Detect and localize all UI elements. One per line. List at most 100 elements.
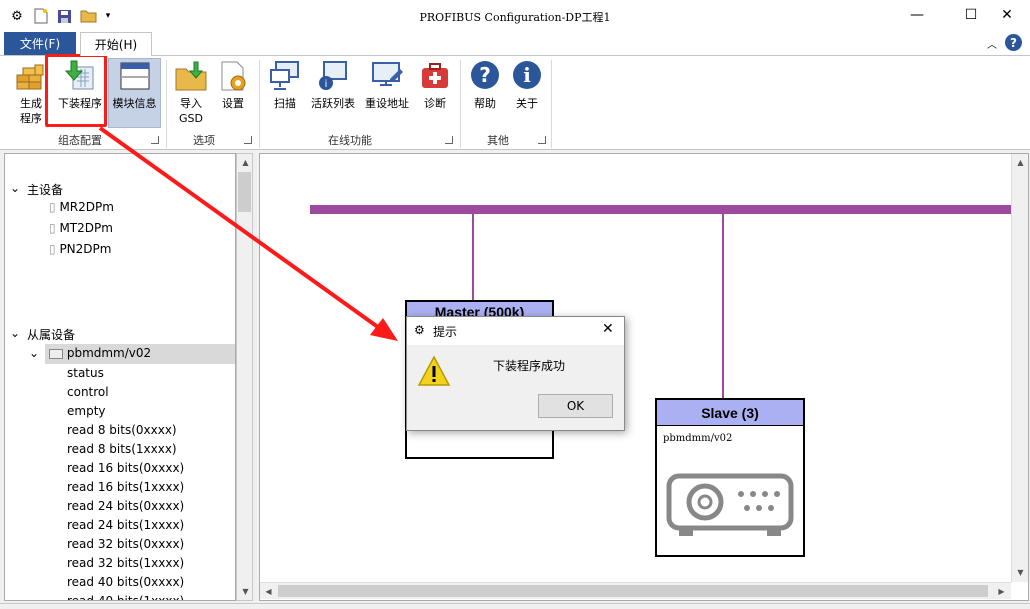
tree-item-module[interactable]: read 24 bits(1xxxx) <box>67 518 184 532</box>
dialog-gear-icon: ⚙ <box>414 323 425 337</box>
tree-expander-device[interactable]: ⌄ <box>29 346 39 360</box>
canvas-vscroll[interactable]: ▲ ▼ <box>1011 154 1028 582</box>
tree-item-module[interactable]: read 40 bits(1xxxx) <box>67 594 184 600</box>
projector-device-icon <box>666 473 794 536</box>
tree-item-module[interactable]: status <box>67 366 104 380</box>
tab-file[interactable]: 文件(F) <box>4 32 76 55</box>
tree-item-master[interactable]: ▯ MT2DPm <box>49 221 113 235</box>
tree-expander-slave[interactable]: ⌄ <box>10 326 20 340</box>
tree-item-module[interactable]: read 16 bits(0xxxx) <box>67 461 184 475</box>
reset-address-label: 重设地址 <box>365 97 409 110</box>
tree-master-header[interactable]: 主设备 <box>27 181 63 198</box>
diagnose-label: 诊断 <box>424 97 446 110</box>
module-info-button[interactable]: 模块信息 <box>108 59 161 131</box>
scroll-down-icon[interactable]: ▼ <box>1012 564 1028 581</box>
window-icon <box>120 62 149 90</box>
tree-item-module[interactable]: read 16 bits(1xxxx) <box>67 480 184 494</box>
import-label-2: GSD <box>179 112 203 125</box>
dialog-message: 下装程序成功 <box>493 359 566 373</box>
scroll-left-icon[interactable]: ◀ <box>260 583 277 600</box>
tab-home[interactable]: 开始(H) <box>80 32 152 56</box>
scan-label: 扫描 <box>274 97 296 110</box>
settings-button[interactable]: 设置 <box>214 59 252 131</box>
device-leaf-icon: ▯ <box>49 221 56 235</box>
ok-button[interactable]: OK <box>538 394 613 418</box>
tree-item-module[interactable]: read 40 bits(0xxxx) <box>67 575 184 589</box>
about-button[interactable]: i 关于 <box>508 59 546 131</box>
save-icon[interactable] <box>55 7 73 25</box>
collapse-ribbon-icon[interactable]: ︿ <box>987 36 997 51</box>
tree-scrollbar[interactable]: ▲ ▼ <box>236 153 253 601</box>
dialog-title-bar: ⚙ 提示 ✕ <box>407 317 624 345</box>
new-file-icon[interactable] <box>32 7 50 25</box>
group-other-label: 其他 <box>487 134 509 147</box>
settings-label: 设置 <box>222 97 244 110</box>
slave-device-block[interactable]: Slave (3) pbmdmm/v02 <box>655 398 805 557</box>
tree-slave-header[interactable]: 从属设备 <box>27 326 75 343</box>
network-canvas: Master (500k) Slave (3) pbmdmm/v02 ▲ ▼ ◀… <box>259 153 1029 601</box>
message-dialog: ⚙ 提示 ✕ 下装程序成功 OK <box>406 316 625 431</box>
scroll-thumb[interactable] <box>238 172 251 212</box>
tree-item-module[interactable]: read 8 bits(1xxxx) <box>67 442 177 456</box>
minimize-button[interactable]: — <box>894 0 940 30</box>
live-list-button[interactable]: i 活跃列表 <box>308 59 358 131</box>
open-folder-icon[interactable] <box>79 7 97 25</box>
help-icon[interactable]: ? <box>1005 34 1022 51</box>
help-button[interactable]: ? 帮助 <box>466 59 504 131</box>
group-separator <box>460 60 461 148</box>
question-icon: ? <box>471 61 499 89</box>
svg-text:i: i <box>325 79 328 90</box>
title-bar: ⚙ ▾ PROFIBUS Configuration-DP工程1 — ☐ ✕ <box>0 0 1030 32</box>
device-tree: ⌄ 主设备 ▯ MR2DPm ▯ MT2DPm ▯ PN2DPm ⌄ 从属设备 … <box>4 153 236 601</box>
group-launcher-icon[interactable] <box>244 136 252 144</box>
group-online-label: 在线功能 <box>328 134 372 147</box>
svg-text:?: ? <box>479 63 491 87</box>
tree-item-module[interactable]: read 32 bits(1xxxx) <box>67 556 184 570</box>
app-gear-icon[interactable]: ⚙ <box>8 7 26 25</box>
scroll-thumb[interactable] <box>278 585 988 597</box>
group-launcher-icon[interactable] <box>151 136 159 144</box>
diagnose-button[interactable]: 诊断 <box>416 59 454 131</box>
scroll-up-icon[interactable]: ▲ <box>1012 154 1028 171</box>
scroll-up-icon[interactable]: ▲ <box>237 154 254 171</box>
help-label: 帮助 <box>474 97 496 110</box>
dialog-close-icon[interactable]: ✕ <box>602 321 614 337</box>
warning-icon <box>417 355 451 386</box>
group-separator <box>259 60 260 148</box>
tree-expander-master[interactable]: ⌄ <box>10 181 20 195</box>
tree-item-module[interactable]: read 8 bits(0xxxx) <box>67 423 177 437</box>
reset-address-button[interactable]: 重设地址 <box>362 59 412 131</box>
tree-item-module[interactable]: control <box>67 385 109 399</box>
bricks-icon <box>16 64 44 90</box>
tree-item-module[interactable]: empty <box>67 404 106 418</box>
scroll-down-icon[interactable]: ▼ <box>237 583 254 600</box>
canvas-hscroll[interactable]: ◀ ▶ <box>260 582 1011 599</box>
build-label-1: 生成 <box>20 97 42 110</box>
import-folder-icon <box>175 61 207 91</box>
edit-monitor-icon <box>372 62 403 86</box>
ribbon-tab-row <box>0 32 1030 55</box>
tree-item-master[interactable]: ▯ MR2DPm <box>49 200 114 214</box>
module-info-label: 模块信息 <box>112 97 157 110</box>
ribbon: 生成 程序 下装程序 模块信息 组态配置 导入 GSD 设置 选项 扫描 i 活… <box>0 54 1030 150</box>
tree-item-module[interactable]: read 24 bits(0xxxx) <box>67 499 184 513</box>
close-button[interactable]: ✕ <box>984 0 1030 30</box>
slave-drop-line <box>722 214 724 398</box>
build-label-2: 程序 <box>20 112 42 125</box>
group-launcher-icon[interactable] <box>445 136 453 144</box>
dialog-title: 提示 <box>433 325 458 339</box>
import-gsd-button[interactable]: 导入 GSD <box>172 59 210 131</box>
tree-item-master[interactable]: ▯ PN2DPm <box>49 242 111 256</box>
tree-item-slave-device[interactable]: pbmdmm/v02 <box>49 346 151 360</box>
import-label-1: 导入 <box>180 97 202 110</box>
scan-button[interactable]: 扫描 <box>266 59 304 131</box>
window-title: PROFIBUS Configuration-DP工程1 <box>419 11 611 24</box>
slave-title: Slave (3) <box>657 400 803 426</box>
tree-item-module[interactable]: read 32 bits(0xxxx) <box>67 537 184 551</box>
status-bar <box>0 603 1030 609</box>
customize-toolbar-icon[interactable]: ▾ <box>99 7 117 25</box>
scroll-right-icon[interactable]: ▶ <box>993 583 1010 600</box>
about-label: 关于 <box>516 97 538 110</box>
group-launcher-icon[interactable] <box>538 136 546 144</box>
device-leaf-icon: ▯ <box>49 200 56 214</box>
